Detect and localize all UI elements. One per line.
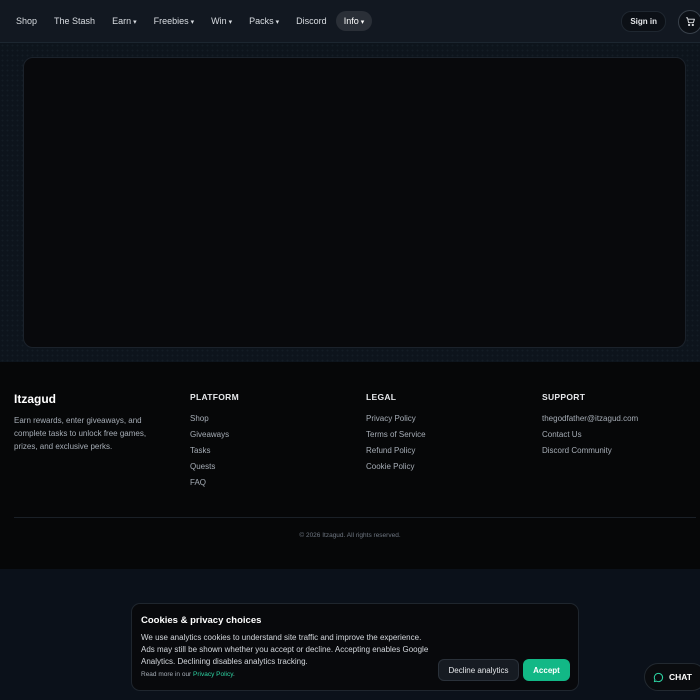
footer-brand: Itzagud [14, 392, 56, 406]
nav-item-the-stash[interactable]: The Stash [46, 11, 103, 31]
footer-link-refund-policy[interactable]: Refund Policy [366, 446, 426, 455]
chevron-down-icon: ▾ [190, 19, 195, 26]
nav-label: Shop [16, 16, 38, 26]
privacy-policy-link[interactable]: Privacy Policy [193, 671, 233, 678]
nav-right: Sign in [621, 0, 700, 43]
cookie-read-more: Read more in our Privacy Policy. [141, 671, 235, 678]
footer-link-shop[interactable]: Shop [190, 414, 239, 423]
nav-label: Info [343, 16, 359, 26]
nav-label: Earn [112, 16, 132, 26]
footer-tagline: Earn rewards, enter giveaways, and compl… [14, 416, 147, 451]
nav-label: The Stash [54, 16, 96, 26]
read-more-suffix: . [233, 671, 235, 678]
top-nav: Shop The Stash Earn ▾ Freebies ▾ Win ▾ Pack… [0, 0, 700, 43]
nav-item-info[interactable]: Info ▾ [335, 11, 373, 31]
cart-icon [685, 17, 695, 27]
hero-card [23, 57, 686, 348]
cart-button[interactable] [678, 9, 700, 34]
decline-analytics-button[interactable]: Decline analytics [438, 659, 519, 681]
chevron-down-icon: ▾ [275, 19, 280, 26]
footer-column-support: SUPPORT thegodfather@itzagud.com Contact… [542, 392, 638, 462]
nav-label: Discord [296, 16, 327, 26]
nav-items: Shop The Stash Earn ▾ Freebies ▾ Win ▾ Pack… [0, 11, 373, 31]
page: Shop The Stash Earn ▾ Freebies ▾ Win ▾ Pack… [0, 0, 700, 700]
sign-in-button[interactable]: Sign in [621, 11, 666, 32]
cookie-body: We use analytics cookies to understand s… [141, 633, 429, 666]
footer-link-giveaways[interactable]: Giveaways [190, 430, 239, 439]
read-more-prefix: Read more in our [141, 671, 194, 678]
footer-column-legal: LEGAL Privacy Policy Terms of Service Re… [366, 392, 426, 478]
nav-item-discord[interactable]: Discord [288, 11, 335, 31]
cookie-banner: Cookies & privacy choices We use analyti… [131, 603, 579, 691]
nav-item-earn[interactable]: Earn ▾ [104, 11, 145, 31]
column-heading: SUPPORT [542, 392, 586, 402]
nav-label: Packs [249, 16, 274, 26]
footer-link-tasks[interactable]: Tasks [190, 446, 239, 455]
footer-column-platform: PLATFORM Shop Giveaways Tasks Quests FAQ [190, 392, 239, 494]
chat-button[interactable]: CHAT [644, 663, 700, 691]
nav-item-freebies[interactable]: Freebies ▾ [146, 11, 203, 31]
nav-label: Freebies [153, 16, 189, 26]
chevron-down-icon: ▾ [360, 19, 365, 26]
footer-link-quests[interactable]: Quests [190, 462, 239, 471]
footer-link-privacy-policy[interactable]: Privacy Policy [366, 414, 426, 423]
column-heading: PLATFORM [190, 392, 239, 402]
footer-link-email[interactable]: thegodfather@itzagud.com [542, 414, 638, 423]
chevron-down-icon: ▾ [228, 19, 233, 26]
footer-link-faq[interactable]: FAQ [190, 478, 239, 487]
nav-item-win[interactable]: Win ▾ [203, 11, 240, 31]
copyright: © 2026 Itzagud. All rights reserved. [299, 532, 401, 539]
column-heading: LEGAL [366, 392, 397, 402]
nav-item-shop[interactable]: Shop [8, 11, 45, 31]
nav-label: Win [211, 16, 227, 26]
footer-link-discord-community[interactable]: Discord Community [542, 446, 638, 455]
footer-link-cookie-policy[interactable]: Cookie Policy [366, 462, 426, 471]
accept-button[interactable]: Accept [523, 659, 570, 681]
nav-item-packs[interactable]: Packs ▾ [241, 11, 287, 31]
chevron-down-icon: ▾ [133, 19, 137, 26]
cookie-title: Cookies & privacy choices [141, 615, 262, 626]
chat-bubble-icon [653, 672, 664, 682]
chat-label: CHAT [669, 672, 692, 682]
footer-divider [14, 517, 696, 518]
footer-link-contact-us[interactable]: Contact Us [542, 430, 638, 439]
footer-link-terms-of-service[interactable]: Terms of Service [366, 430, 426, 439]
